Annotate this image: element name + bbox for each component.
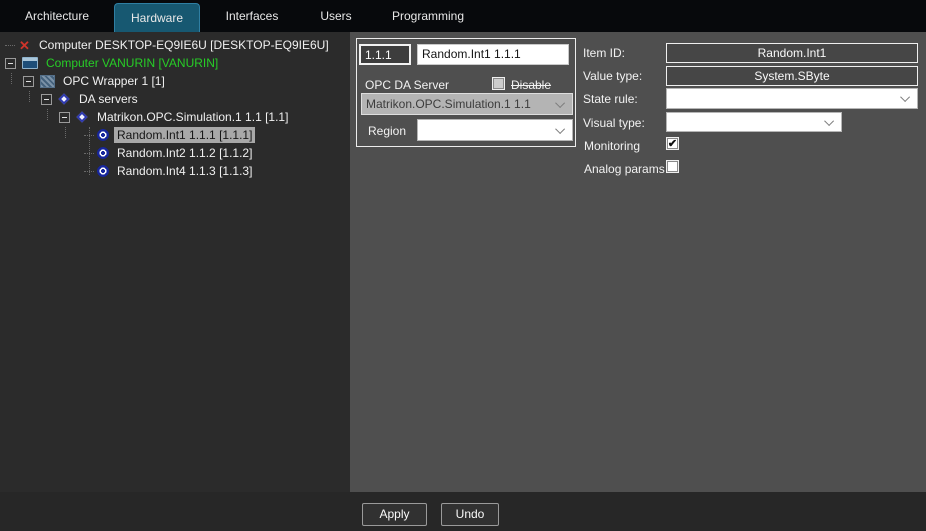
tree-item-computer-vanurin[interactable]: Computer VANURIN [VANURIN]: [0, 54, 350, 72]
tree-connector: [29, 91, 30, 102]
value-type-label: Value type:: [583, 69, 643, 83]
chevron-down-icon: [555, 123, 566, 134]
error-x-icon: [18, 39, 31, 52]
tree-item-label: Matrikon.OPC.Simulation.1 1.1 [1.1]: [97, 110, 289, 124]
item-address-groupbox: 1.1.1 Random.Int1 1.1.1 OPC DA Server Di…: [356, 38, 576, 147]
analog-params-label: Analog params: [584, 162, 665, 176]
chevron-down-icon: [900, 92, 911, 103]
tab-architecture[interactable]: Architecture: [0, 0, 114, 32]
collapse-toggle-icon[interactable]: [5, 57, 16, 69]
tag-bullseye-icon: [97, 147, 109, 159]
region-label: Region: [368, 124, 407, 138]
opc-wrapper-icon: [40, 74, 55, 88]
value-type-field[interactable]: System.SByte: [666, 66, 918, 86]
opc-da-server-dropdown-value: Matrikon.OPC.Simulation.1 1.1: [366, 97, 531, 111]
tree-item-label: Computer DESKTOP-EQ9IE6U [DESKTOP-EQ9IE6…: [39, 38, 329, 52]
tree-item-opc-wrapper[interactable]: OPC Wrapper 1 [1]: [0, 72, 350, 90]
tree-item-label: Random.Int2 1.1.2 [1.1.2]: [117, 146, 253, 160]
computer-monitor-icon: [22, 57, 38, 69]
tree-item-label: OPC Wrapper 1 [1]: [63, 74, 165, 88]
opc-da-server-dropdown[interactable]: Matrikon.OPC.Simulation.1 1.1: [361, 93, 573, 115]
item-code-field[interactable]: 1.1.1: [359, 44, 411, 65]
opc-configurator-window: Architecture Hardware Interfaces Users P…: [0, 0, 926, 531]
collapse-toggle-icon[interactable]: [59, 111, 70, 123]
apply-button[interactable]: Apply: [362, 503, 427, 526]
tree-item-random-int4[interactable]: Random.Int4 1.1.3 [1.1.3]: [0, 162, 350, 180]
disable-label: Disable: [511, 78, 552, 92]
tab-hardware[interactable]: Hardware: [114, 3, 200, 32]
monitoring-checkbox[interactable]: [666, 137, 679, 150]
collapse-toggle-icon[interactable]: [23, 75, 34, 87]
item-name-field[interactable]: Random.Int1 1.1.1: [417, 44, 569, 65]
visual-type-label: Visual type:: [583, 116, 645, 130]
tab-programming[interactable]: Programming: [368, 0, 488, 32]
diamond-icon: [76, 111, 88, 123]
disable-checkbox[interactable]: [492, 77, 505, 90]
tree-connector: [65, 127, 66, 138]
tag-bullseye-icon: [97, 165, 109, 177]
tag-bullseye-icon: [97, 129, 109, 141]
tab-interfaces[interactable]: Interfaces: [200, 0, 304, 32]
tree-connector: [89, 127, 90, 175]
tree-item-da-servers[interactable]: DA servers: [0, 90, 350, 108]
undo-button[interactable]: Undo: [441, 503, 499, 526]
tree-item-random-int2[interactable]: Random.Int2 1.1.2 [1.1.2]: [0, 144, 350, 162]
analog-params-checkbox[interactable]: [666, 160, 679, 173]
diamond-icon: [58, 93, 70, 105]
item-editor-panel: 1.1.1 Random.Int1 1.1.1 OPC DA Server Di…: [350, 32, 926, 492]
tree-item-label: Computer VANURIN [VANURIN]: [46, 56, 219, 70]
item-id-field[interactable]: Random.Int1: [666, 43, 918, 63]
collapse-toggle-icon[interactable]: [41, 93, 52, 105]
region-dropdown[interactable]: [417, 119, 573, 141]
monitoring-label: Monitoring: [584, 139, 641, 153]
tree-connector: [5, 44, 15, 46]
state-rule-dropdown[interactable]: [666, 88, 918, 109]
tab-users[interactable]: Users: [304, 0, 368, 32]
main-tab-bar: Architecture Hardware Interfaces Users P…: [0, 0, 926, 32]
tree-connector: [11, 73, 12, 84]
chevron-down-icon: [824, 115, 835, 126]
tree-item-label: Random.Int4 1.1.3 [1.1.3]: [117, 164, 253, 178]
tree-connector: [47, 109, 48, 120]
action-bar: Apply Undo: [0, 492, 926, 531]
tree-item-computer-desktop[interactable]: Computer DESKTOP-EQ9IE6U [DESKTOP-EQ9IE6…: [0, 36, 350, 54]
opc-da-server-label: OPC DA Server: [365, 78, 450, 92]
item-id-label: Item ID:: [583, 46, 626, 60]
tree-item-matrikon-server[interactable]: Matrikon.OPC.Simulation.1 1.1 [1.1]: [0, 108, 350, 126]
hardware-tree: Computer DESKTOP-EQ9IE6U [DESKTOP-EQ9IE6…: [0, 32, 350, 492]
visual-type-dropdown[interactable]: [666, 112, 842, 132]
tree-item-random-int1[interactable]: Random.Int1 1.1.1 [1.1.1]: [0, 126, 350, 144]
state-rule-label: State rule:: [583, 92, 638, 106]
tree-item-label: DA servers: [79, 92, 138, 106]
tree-item-label: Random.Int1 1.1.1 [1.1.1]: [114, 127, 256, 143]
